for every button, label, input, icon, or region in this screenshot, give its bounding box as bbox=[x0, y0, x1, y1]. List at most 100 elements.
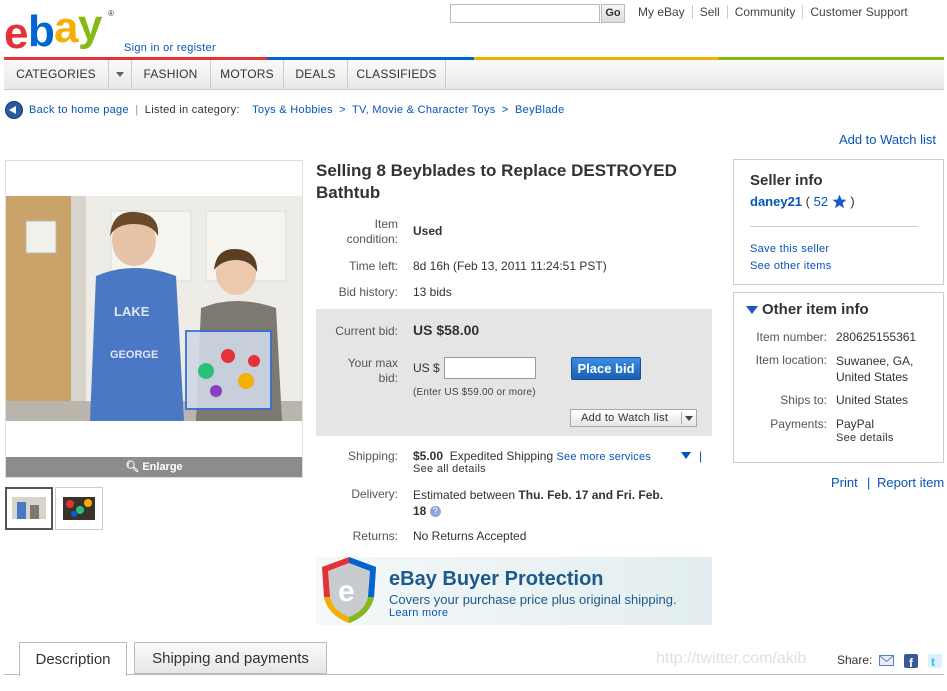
payments-value: PayPal bbox=[836, 417, 875, 431]
breadcrumb-arrow: > bbox=[339, 104, 346, 116]
nav-bar: CATEGORIES FASHION MOTORS DEALS CLASSIFI… bbox=[4, 60, 944, 90]
protection-title: eBay Buyer Protection bbox=[389, 568, 604, 590]
item-location-label: Item location: bbox=[755, 353, 827, 367]
thumbnail-2[interactable] bbox=[55, 487, 103, 530]
nav-deals[interactable]: DEALS bbox=[284, 60, 348, 89]
shipping-value: $5.00 Expedited Shipping See more servic… bbox=[413, 449, 651, 463]
item-number-label: Item number: bbox=[756, 330, 827, 344]
returns-value: No Returns Accepted bbox=[413, 529, 527, 543]
facebook-icon[interactable]: f bbox=[904, 654, 918, 668]
other-item-info-box: Other item info Item number: 28062515536… bbox=[733, 292, 944, 463]
seller-name-link[interactable]: daney21 bbox=[750, 194, 802, 209]
time-left-label: Time left: bbox=[349, 259, 398, 273]
svg-text:e: e bbox=[4, 9, 27, 52]
divider bbox=[750, 226, 918, 227]
current-bid-label: Current bid: bbox=[335, 324, 398, 338]
see-all-details-link[interactable]: See all details bbox=[413, 463, 486, 475]
back-arrow-icon[interactable] bbox=[5, 101, 23, 119]
svg-text:t: t bbox=[931, 655, 935, 668]
see-details-link[interactable]: See details bbox=[836, 432, 894, 444]
thumbnail-image bbox=[56, 488, 102, 529]
seller-info-box: Seller info daney21 ( 52 ) Save this sel… bbox=[733, 159, 944, 285]
nav-classifieds[interactable]: CLASSIFIEDS bbox=[348, 60, 446, 89]
svg-text:a: a bbox=[54, 4, 79, 52]
item-location-value: Suwanee, GA, United States bbox=[836, 354, 914, 384]
print-link[interactable]: Print bbox=[831, 475, 858, 490]
tab-description[interactable]: Description bbox=[19, 642, 127, 676]
enlarge-button[interactable]: 🔍︎ Enlarge bbox=[6, 457, 302, 477]
svg-text:LAKE: LAKE bbox=[114, 304, 150, 319]
search-input[interactable] bbox=[450, 4, 600, 23]
dropdown-separator bbox=[681, 412, 682, 424]
delivery-value: Estimated between Thu. Feb. 17 and Fri. … bbox=[413, 488, 664, 518]
caret-down-icon[interactable] bbox=[746, 306, 758, 314]
svg-text:GEORGE: GEORGE bbox=[110, 349, 158, 361]
bid-hint: (Enter US $59.00 or more) bbox=[413, 387, 536, 398]
share-label: Share: bbox=[837, 653, 873, 667]
breadcrumb: Back to home page | Listed in category: … bbox=[29, 104, 568, 116]
divider: | bbox=[699, 449, 703, 463]
add-to-watch-list-link[interactable]: Add to Watch list bbox=[839, 132, 936, 147]
top-links: My eBay Sell Community Customer Support bbox=[631, 5, 915, 19]
current-bid-value: US $58.00 bbox=[413, 322, 480, 338]
email-icon[interactable] bbox=[879, 654, 894, 667]
tab-shipping-payments[interactable]: Shipping and payments bbox=[134, 642, 327, 674]
time-left-value: 8d 16h (Feb 13, 2011 11:24:51 PST) bbox=[413, 259, 607, 273]
sign-in-link[interactable]: Sign in or register bbox=[124, 42, 216, 54]
bid-history-link[interactable]: 13 bids bbox=[413, 285, 452, 299]
shipping-method: Expedited Shipping bbox=[449, 449, 554, 463]
help-icon[interactable]: ? bbox=[429, 506, 441, 517]
nav-motors[interactable]: MOTORS bbox=[211, 60, 284, 89]
see-more-services-link[interactable]: See more services bbox=[556, 451, 651, 463]
nav-fashion[interactable]: FASHION bbox=[131, 60, 211, 89]
protection-subtitle: Covers your purchase price plus original… bbox=[389, 592, 677, 607]
add-to-watch-list-button[interactable]: Add to Watch list bbox=[570, 409, 697, 427]
tab-divider bbox=[4, 674, 944, 675]
save-seller-link[interactable]: Save this seller bbox=[750, 243, 829, 255]
delivery-label: Delivery: bbox=[351, 487, 398, 501]
see-other-items-link[interactable]: See other items bbox=[750, 260, 832, 272]
learn-more-link[interactable]: Learn more bbox=[389, 607, 448, 619]
seller-info-heading: Seller info bbox=[750, 172, 823, 189]
svg-text:y: y bbox=[78, 4, 103, 50]
customer-support-link[interactable]: Customer Support bbox=[802, 5, 914, 19]
back-home-link[interactable]: Back to home page bbox=[29, 104, 129, 116]
caret-down-icon[interactable] bbox=[681, 452, 691, 460]
divider: | bbox=[867, 475, 871, 490]
max-bid-input[interactable] bbox=[444, 357, 536, 379]
ebay-logo[interactable]: e b a y ® bbox=[4, 4, 119, 52]
zoom-icon: 🔍︎ bbox=[125, 461, 143, 473]
category-toys-hobbies[interactable]: Toys & Hobbies bbox=[252, 104, 333, 116]
shipping-label: Shipping: bbox=[347, 449, 398, 463]
community-link[interactable]: Community bbox=[726, 5, 803, 19]
item-photo[interactable]: LAKE GEORGE bbox=[6, 196, 302, 421]
svg-text:e: e bbox=[338, 575, 355, 608]
star-icon bbox=[832, 194, 847, 209]
ships-to-label: Ships to: bbox=[780, 393, 827, 407]
currency-label: US $ bbox=[413, 361, 440, 375]
item-number-value: 280625155361 bbox=[836, 330, 917, 344]
listed-in-label: Listed in category: bbox=[144, 104, 240, 116]
condition-value: Used bbox=[413, 224, 443, 238]
breadcrumb-separator: | bbox=[135, 104, 139, 116]
place-bid-button[interactable]: Place bid bbox=[571, 357, 641, 380]
sell-link[interactable]: Sell bbox=[691, 5, 727, 19]
go-button[interactable]: Go bbox=[601, 4, 625, 23]
category-tv-movie[interactable]: TV, Movie & Character Toys bbox=[352, 104, 496, 116]
category-beyblade[interactable]: BeyBlade bbox=[515, 104, 565, 116]
feedback-score-link[interactable]: 52 bbox=[814, 194, 828, 209]
chevron-down-icon[interactable] bbox=[108, 60, 132, 89]
nav-categories[interactable]: CATEGORIES bbox=[4, 60, 108, 89]
thumbnail-1[interactable] bbox=[5, 487, 53, 530]
my-ebay-link[interactable]: My eBay bbox=[631, 5, 692, 19]
thumbnail-image bbox=[7, 489, 51, 528]
main-image-panel[interactable]: LAKE GEORGE 🔍︎ Enlarge bbox=[5, 160, 303, 478]
shipping-cost: $5.00 bbox=[413, 449, 444, 463]
returns-label: Returns: bbox=[352, 529, 398, 543]
twitter-icon[interactable]: t bbox=[928, 654, 942, 668]
ships-to-value: United States bbox=[836, 393, 909, 407]
report-item-link[interactable]: Report item bbox=[877, 475, 944, 490]
condition-label: Item condition: bbox=[346, 217, 398, 246]
payments-label: Payments: bbox=[770, 417, 827, 431]
svg-text:b: b bbox=[28, 7, 54, 52]
